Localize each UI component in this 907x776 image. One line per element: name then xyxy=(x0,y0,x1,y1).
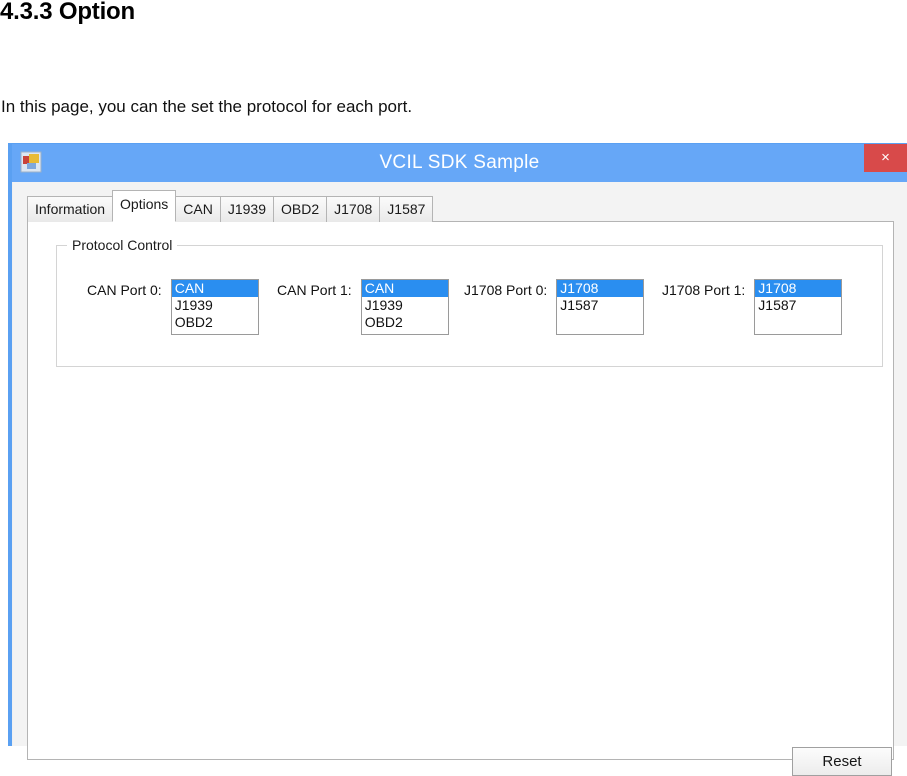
protocol-control-group: Protocol Control CAN Port 0: CAN J1939 O… xyxy=(56,237,883,367)
protocol-control-title: Protocol Control xyxy=(67,237,178,253)
close-icon[interactable]: × xyxy=(864,144,907,172)
can-port-1-label: CAN Port 1: xyxy=(277,282,352,298)
port-control-can-1: CAN Port 1: CAN J1939 OBD2 xyxy=(277,279,449,335)
window-client-area: Information Options CAN J1939 OBD2 J1708… xyxy=(13,182,907,776)
tab-can[interactable]: CAN xyxy=(175,196,221,222)
j1708-port-0-listbox[interactable]: J1708 J1587 xyxy=(556,279,645,335)
tab-information[interactable]: Information xyxy=(27,196,114,222)
tab-j1708[interactable]: J1708 xyxy=(326,196,381,222)
j1708-port-1-label: J1708 Port 1: xyxy=(662,282,746,298)
can-port-1-listbox[interactable]: CAN J1939 OBD2 xyxy=(360,279,449,335)
list-item[interactable]: J1587 xyxy=(557,297,643,314)
window-titlebar: VCIL SDK Sample × xyxy=(12,144,907,182)
reset-button[interactable]: Reset xyxy=(792,747,892,776)
port-control-can-0: CAN Port 0: CAN J1939 OBD2 xyxy=(87,279,259,335)
tab-strip: Information Options CAN J1939 OBD2 J1708… xyxy=(27,190,434,222)
page-title: 4.3.3 Option xyxy=(0,0,135,25)
application-window: VCIL SDK Sample × Information Options CA… xyxy=(8,143,907,776)
list-item[interactable]: J1708 xyxy=(557,280,644,297)
tab-j1587[interactable]: J1587 xyxy=(379,196,434,222)
list-item[interactable]: J1587 xyxy=(755,297,841,314)
can-port-0-listbox[interactable]: CAN J1939 OBD2 xyxy=(170,279,259,335)
list-item[interactable]: CAN xyxy=(171,280,258,297)
tab-options[interactable]: Options xyxy=(112,190,177,222)
can-port-0-label: CAN Port 0: xyxy=(87,282,162,298)
list-item[interactable]: OBD2 xyxy=(172,314,258,331)
window-title: VCIL SDK Sample xyxy=(379,152,540,173)
list-item[interactable]: J1939 xyxy=(362,297,448,314)
tab-j1939[interactable]: J1939 xyxy=(219,196,275,222)
j1708-port-0-label: J1708 Port 0: xyxy=(464,282,548,298)
tab-panel-options: Protocol Control CAN Port 0: CAN J1939 O… xyxy=(27,221,894,776)
list-item[interactable]: OBD2 xyxy=(362,314,448,331)
list-item[interactable]: J1708 xyxy=(755,280,842,297)
port-control-j1708-1: J1708 Port 1: J1708 J1587 xyxy=(662,279,843,335)
port-control-j1708-0: J1708 Port 0: J1708 J1587 xyxy=(464,279,645,335)
page-description: In this page, you can the set the protoc… xyxy=(1,97,413,116)
j1708-port-1-listbox[interactable]: J1708 J1587 xyxy=(754,279,843,335)
tab-obd2[interactable]: OBD2 xyxy=(273,196,328,222)
list-item[interactable]: J1939 xyxy=(172,297,258,314)
list-item[interactable]: CAN xyxy=(361,280,448,297)
